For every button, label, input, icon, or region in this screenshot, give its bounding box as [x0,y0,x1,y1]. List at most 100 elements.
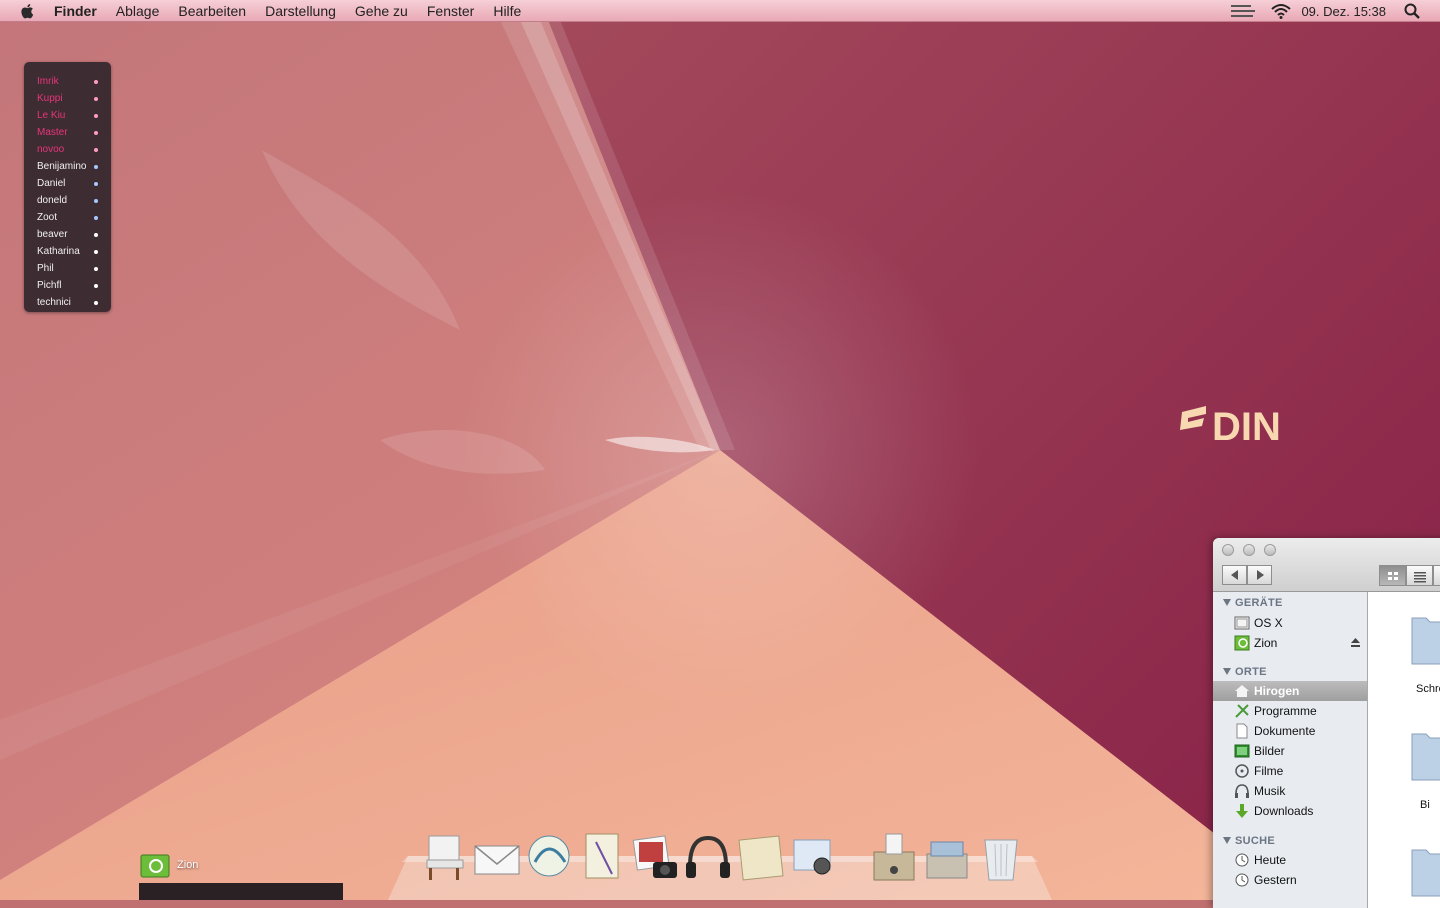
buddy-name: doneld [37,195,68,206]
disclosure-triangle-icon[interactable] [1223,668,1231,675]
sidebar-item-label: Gestern [1254,873,1297,887]
buddy-item[interactable]: Katharina [37,243,105,260]
buddy-item[interactable]: Pichfl [37,277,105,294]
folder-icon[interactable] [1410,612,1440,666]
archive-icon[interactable] [870,832,918,884]
disclosure-triangle-icon[interactable] [1223,837,1231,844]
eject-icon[interactable] [1350,637,1361,648]
apple-menu-icon[interactable] [19,2,37,20]
buddy-item[interactable]: Phil [37,260,105,277]
sidebar-item-label: Filme [1254,764,1284,778]
documents-stack-icon[interactable] [923,832,971,884]
buddy-item[interactable]: Le Kiu [37,107,105,124]
sidebar-item-label: Musik [1254,784,1286,798]
buddy-name: technici [37,297,71,308]
trash-icon[interactable] [977,832,1025,884]
home-icon [1235,685,1249,697]
notes-icon[interactable] [737,832,785,884]
finder-titlebar[interactable] [1213,538,1440,592]
sidebar-item-hirogen[interactable]: Hirogen [1213,681,1367,701]
zoom-button[interactable] [1264,544,1276,556]
back-arrow-icon [1231,570,1238,580]
minimize-button[interactable] [1243,544,1255,556]
mail-icon[interactable] [473,832,521,884]
menu-fenster[interactable]: Fenster [427,3,474,19]
forward-arrow-icon [1257,570,1264,580]
list-icon [1414,572,1426,583]
sidebar-item-heute[interactable]: Heute [1213,850,1367,870]
sidebar-item-label: OS X [1254,616,1283,630]
logo-text: DIN [1212,405,1281,449]
menu-clock[interactable]: 09. Dez. 15:38 [1301,4,1386,19]
wifi-icon[interactable] [1271,3,1292,19]
menu-ablage[interactable]: Ablage [116,3,160,19]
document-icon [1236,723,1248,739]
buddy-item[interactable]: Kuppi [37,90,105,107]
folder-label: Bi [1420,799,1430,811]
sidebar-item-bilder[interactable]: Bilder [1213,741,1367,761]
sidebar-item-dokumente[interactable]: Dokumente [1213,721,1367,741]
forward-button[interactable] [1247,565,1272,585]
list-view-button[interactable] [1406,565,1433,586]
buddy-name: Phil [37,263,54,274]
buddy-name: Zoot [37,212,58,223]
sidebar-item-gestern[interactable]: Gestern [1213,870,1367,890]
sidebar-item-downloads[interactable]: Downloads [1213,801,1367,821]
buddy-name: beaver [37,229,68,240]
buddy-name: Imrik [37,76,59,87]
sidebar-item-label: Zion [1254,636,1278,650]
status-dot [94,131,98,135]
menu-app-name[interactable]: Finder [54,3,97,19]
status-dot [94,199,98,203]
sidebar-item-zion[interactable]: Zion [1213,633,1367,653]
icon-view-button[interactable] [1379,565,1406,586]
buddy-item[interactable]: technici [37,294,105,311]
sidebar-item-filme[interactable]: Filme [1213,761,1367,781]
status-dot [94,284,98,288]
sidebar-item-label: Programme [1254,704,1317,718]
buddy-item[interactable]: Imrik [37,73,105,90]
buddy-item[interactable]: Daniel [37,175,105,192]
buddy-name: Katharina [37,246,80,257]
applications-icon [1235,704,1249,718]
menu-gehe-zu[interactable]: Gehe zu [355,3,408,19]
buddy-item[interactable]: beaver [37,226,105,243]
desktop-drive-label[interactable]: Zion [177,859,198,871]
finder-content: Schre Bi [1368,592,1440,908]
finder-sidebar: GERÄTE OS X Zion ORTE Hirogen Programme … [1213,592,1368,908]
disclosure-triangle-icon[interactable] [1223,599,1231,606]
buddy-item[interactable]: Zoot [37,209,105,226]
menu-bearbeiten[interactable]: Bearbeiten [178,3,246,19]
buddy-name: Master [37,127,68,138]
buddy-item[interactable]: novoo [37,141,105,158]
sidebar-item-label: Dokumente [1254,724,1316,738]
sidebar-item-os-x[interactable]: OS X [1213,613,1367,633]
status-dot [94,233,98,237]
sidebar-heading-devices: GERÄTE [1235,597,1283,609]
column-view-button[interactable] [1433,565,1440,586]
spotlight-icon[interactable] [1404,3,1420,19]
back-button[interactable] [1222,565,1247,585]
buddy-name: Pichfl [37,280,62,291]
sidebar-item-programme[interactable]: Programme [1213,701,1367,721]
headphones-icon[interactable] [684,832,732,884]
finder-chair-icon[interactable] [421,832,469,884]
menu-bar: Finder Ablage Bearbeiten Darstellung Geh… [0,0,1440,22]
folder-icon[interactable] [1410,728,1440,782]
preview-icon[interactable] [790,832,838,884]
growl-icon[interactable] [525,832,573,884]
close-button[interactable] [1222,544,1234,556]
iphoto-icon[interactable] [631,832,679,884]
buddy-item[interactable]: Master [37,124,105,141]
sidebar-item-musik[interactable]: Musik [1213,781,1367,801]
buddy-item[interactable]: doneld [37,192,105,209]
buddy-name: Kuppi [37,93,63,104]
menu-darstellung[interactable]: Darstellung [265,3,336,19]
textedit-icon[interactable] [578,832,626,884]
folder-icon[interactable] [1410,844,1440,898]
buddy-item[interactable]: Benijamino [37,158,105,175]
grid-icon [1388,572,1398,580]
status-menu-icon[interactable] [1231,4,1257,18]
download-arrow-icon [1236,804,1248,818]
menu-hilfe[interactable]: Hilfe [493,3,521,19]
